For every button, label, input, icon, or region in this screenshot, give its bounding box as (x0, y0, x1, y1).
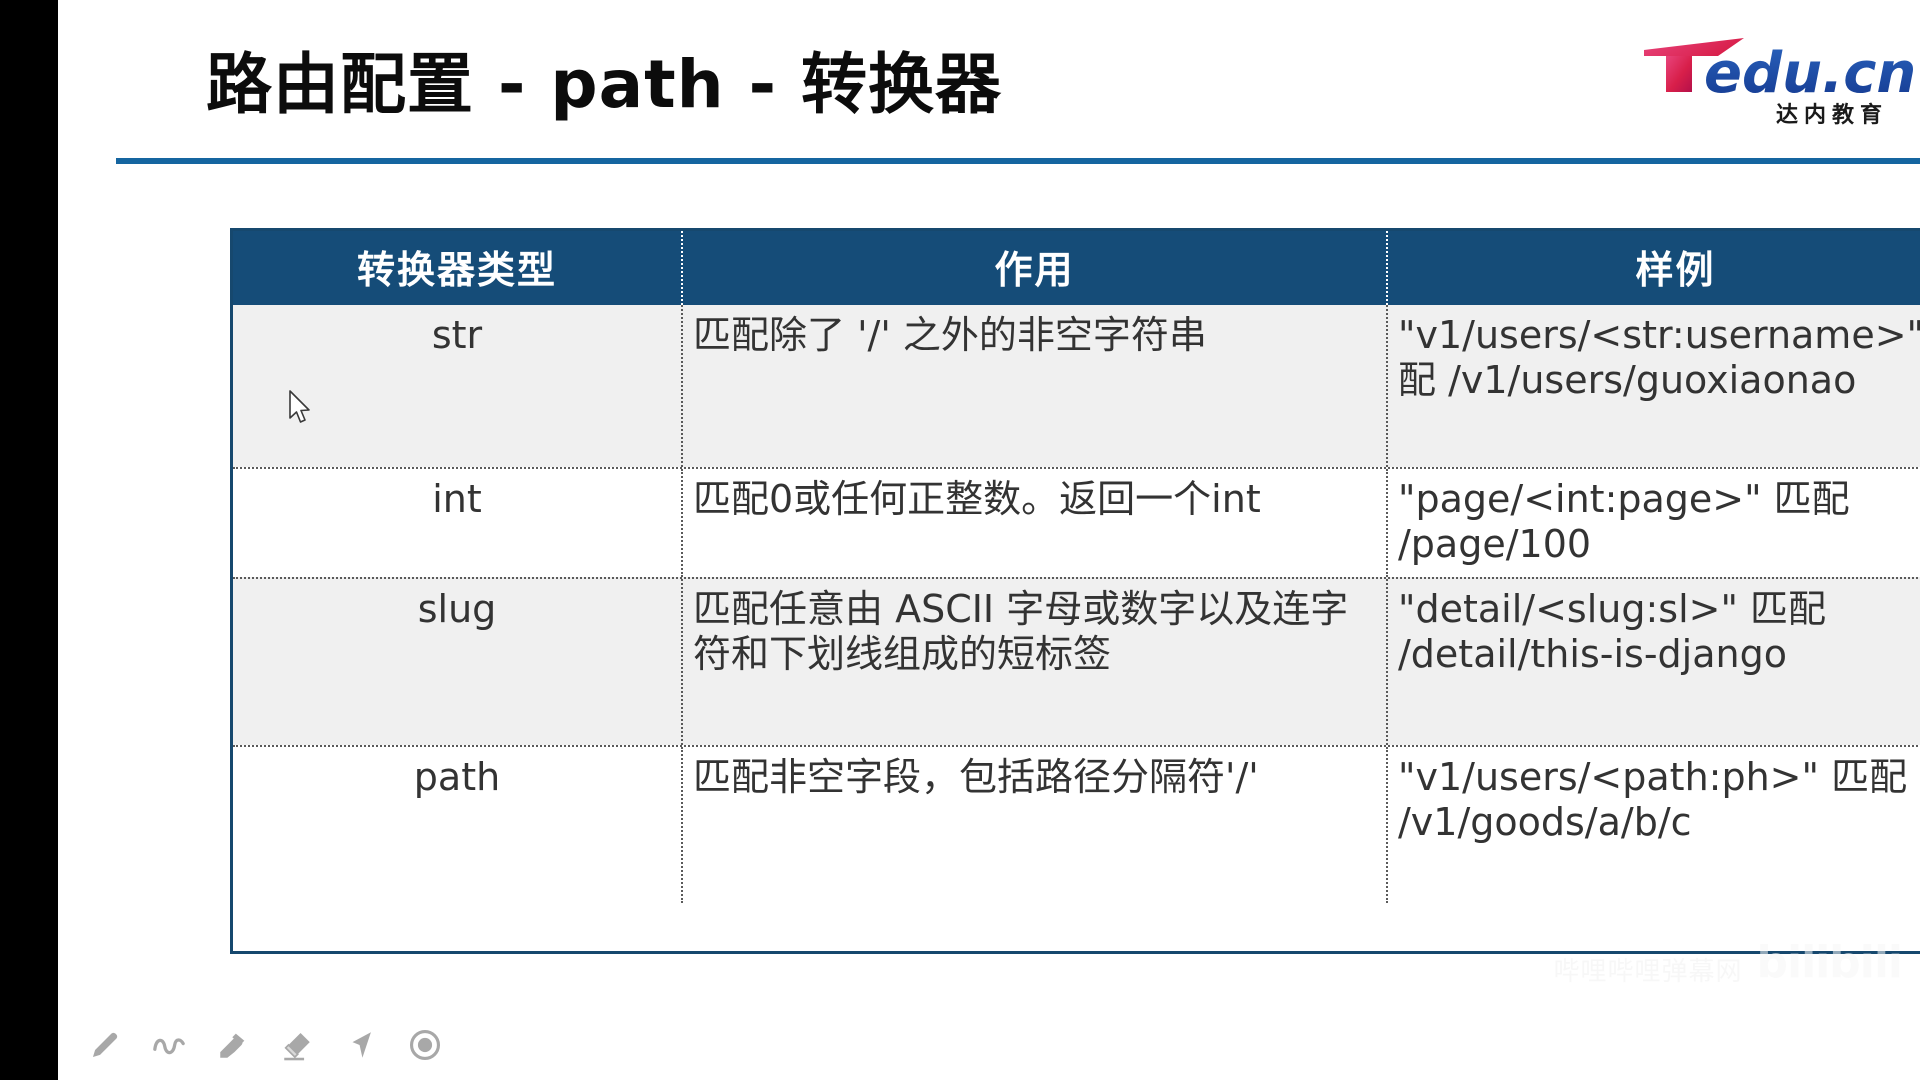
record-icon[interactable] (404, 1024, 446, 1066)
squiggle-icon[interactable] (148, 1024, 190, 1066)
pen-icon[interactable] (84, 1024, 126, 1066)
watermark-uid: 哔哩哔哩弹幕网 (1553, 957, 1743, 987)
column-header-example: 样例 (1635, 247, 1716, 292)
tedu-logo: edu.cn 达内教育 (1626, 30, 1916, 130)
table-row: int 匹配0或任何正整数。返回一个int "page/<int:page>" … (233, 467, 1920, 577)
video-left-band (0, 0, 58, 1080)
slide-canvas: 路由配置 - path - 转换器 edu.cn 达内教育 转换器类型 作用 样… (58, 0, 1920, 1010)
table-body: str 匹配除了 '/' 之外的非空字符串 "v1/users/<str:use… (233, 305, 1920, 903)
table-row: slug 匹配任意由 ASCII 字母或数字以及连字符和下划线组成的短标签 "d… (233, 577, 1920, 745)
annotation-toolbar[interactable] (58, 1010, 1920, 1080)
table-header-row: 转换器类型 作用 样例 (233, 231, 1920, 305)
svg-text:达内教育: 达内教育 (1776, 102, 1888, 128)
page-title: 路由配置 - path - 转换器 (206, 46, 1003, 123)
cell-example: "v1/users/<str:username>"匹配 /v1/users/gu… (1398, 313, 1920, 402)
eraser-icon[interactable] (276, 1024, 318, 1066)
cell-purpose: 匹配非空字段，包括路径分隔符'/' (683, 747, 1388, 903)
table-row: str 匹配除了 '/' 之外的非空字符串 "v1/users/<str:use… (233, 305, 1920, 467)
table-row: path 匹配非空字段，包括路径分隔符'/' "v1/users/<path:p… (233, 745, 1920, 903)
column-header-type: 转换器类型 (233, 231, 683, 305)
column-header-purpose: 作用 (683, 231, 1388, 305)
cell-purpose: 匹配0或任何正整数。返回一个int (683, 469, 1388, 577)
svg-text:edu.cn: edu.cn (1704, 41, 1916, 106)
screen-root: 路由配置 - path - 转换器 edu.cn 达内教育 转换器类型 作用 样… (0, 0, 1920, 1080)
highlighter-icon[interactable] (212, 1024, 254, 1066)
cell-type: path (233, 747, 683, 903)
cell-type: int (233, 469, 683, 577)
title-divider (116, 158, 1920, 164)
cell-purpose: 匹配除了 '/' 之外的非空字符串 (683, 305, 1388, 467)
cell-example: "v1/users/<path:ph>" 匹配 /v1/goods/a/b/c (1398, 755, 1908, 844)
converter-table: 转换器类型 作用 样例 str 匹配除了 '/' 之外的非空字符串 "v1/us… (230, 228, 1920, 954)
pointer-icon[interactable] (340, 1024, 382, 1066)
cell-example: "page/<int:page>" 匹配 /page/100 (1398, 477, 1850, 566)
cell-type: str (233, 305, 683, 467)
cell-type: slug (233, 579, 683, 745)
cell-purpose: 匹配任意由 ASCII 字母或数字以及连字符和下划线组成的短标签 (683, 579, 1388, 745)
cell-example: "detail/<slug:sl>" 匹配 /detail/this-is-dj… (1398, 587, 1827, 676)
